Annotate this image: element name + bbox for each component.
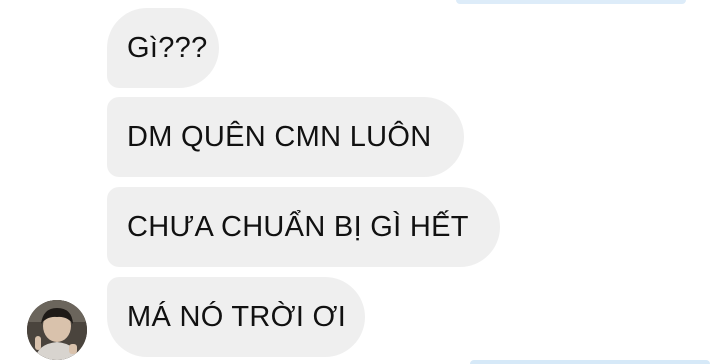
contact-avatar-icon <box>27 300 87 360</box>
sent-message-bubble-edge <box>470 360 710 364</box>
message-text: DM QUÊN CMN LUÔN <box>127 120 432 153</box>
message-text: Gì??? <box>127 31 208 64</box>
message-text: CHƯA CHUẨN BỊ GÌ HẾT <box>127 210 469 243</box>
received-message-bubble[interactable]: MÁ NÓ TRỜI ƠI <box>107 277 365 357</box>
received-message-bubble[interactable]: CHƯA CHUẨN BỊ GÌ HẾT <box>107 187 500 267</box>
message-text: MÁ NÓ TRỜI ƠI <box>127 300 347 333</box>
received-message-bubble[interactable]: DM QUÊN CMN LUÔN <box>107 97 464 177</box>
sent-message-bubble-edge <box>456 0 686 4</box>
received-message-bubble[interactable]: Gì??? <box>107 8 219 88</box>
sender-avatar[interactable] <box>27 300 87 360</box>
